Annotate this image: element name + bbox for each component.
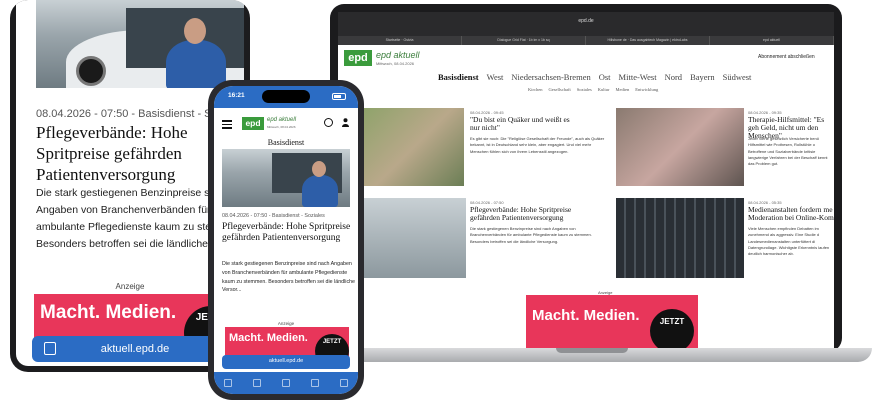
article-teaser: Jeder vierte gesetzlich Versicherte benö… xyxy=(748,136,828,167)
battery-icon xyxy=(332,93,346,100)
share-icon[interactable] xyxy=(281,379,290,387)
article-teaser: Die stark gestiegenen Benzinpreise sind … xyxy=(470,226,592,244)
subnav-item[interactable]: Soziales xyxy=(577,87,592,92)
browser-toolbar xyxy=(214,372,358,394)
section-title: Basisdienst xyxy=(267,138,305,147)
article-teaser: Es gibt sie noch: Die "Religiöse Gesells… xyxy=(470,136,605,154)
laptop-screen: epd.de Startseite · Ostvia Dialogue Grid… xyxy=(338,12,834,348)
main-nav: Basisdienst West Niedersachsen-Bremen Os… xyxy=(438,72,798,82)
wheel xyxy=(76,56,106,86)
ad-text: Macht. Medien. xyxy=(40,302,177,323)
tabs-icon[interactable] xyxy=(339,379,348,387)
subnav-item[interactable]: Kirchen xyxy=(528,87,543,92)
article-meta: 08.04.2026 - 07:50 - Basisdienst - Sozia… xyxy=(222,213,325,219)
article-title[interactable]: Pflegeverbände: Hohe Spritpreise gefährd… xyxy=(470,206,602,222)
article-image[interactable] xyxy=(616,198,744,278)
bookmarks-icon[interactable] xyxy=(310,379,319,387)
nav-item-ost[interactable]: Ost xyxy=(599,72,611,82)
url-text: aktuell.epd.de xyxy=(268,358,304,364)
dynamic-island xyxy=(262,90,310,103)
nav-item-west[interactable]: West xyxy=(487,72,504,82)
user-icon[interactable] xyxy=(342,118,349,127)
laptop-hinge xyxy=(556,348,628,353)
nav-item-bayern[interactable]: Bayern xyxy=(690,72,715,82)
menu-icon[interactable] xyxy=(222,120,232,131)
site-logo[interactable]: epd xyxy=(344,50,372,66)
forward-icon[interactable] xyxy=(253,379,262,387)
nav-item-niedersachsen-bremen[interactable]: Niedersachsen-Bremen xyxy=(511,72,590,82)
browser-tabs: Startseite · Ostvia Dialogue Grid Flat ·… xyxy=(338,36,834,45)
article-title[interactable]: "Du bist ein Quäker und weißt es nur nic… xyxy=(470,116,580,132)
nav-item-suedwest[interactable]: Südwest xyxy=(723,72,752,82)
ad-banner[interactable]: Macht. Medien. JETZT xyxy=(526,295,698,348)
driver-head xyxy=(312,161,326,177)
search-icon[interactable] xyxy=(324,118,333,127)
subnav-item[interactable]: Entwicklung xyxy=(635,87,658,92)
ad-badge: JETZT xyxy=(650,309,694,348)
nav-item-mitte-west[interactable]: Mitte-West xyxy=(619,72,657,82)
ad-text: Macht. Medien. xyxy=(229,332,308,344)
browser-url[interactable]: epd.de xyxy=(338,18,834,24)
article-image[interactable] xyxy=(364,198,466,278)
browser-tab[interactable]: Startseite · Ostvia xyxy=(338,36,462,45)
browser-tab[interactable]: Dialogue Grid Flat · 1b im x 1b sq xyxy=(462,36,586,45)
nav-item-nord[interactable]: Nord xyxy=(665,72,682,82)
article-image[interactable] xyxy=(364,108,464,186)
status-time: 16:21 xyxy=(228,92,245,99)
site-date: Mittwoch, 08.04.2026 xyxy=(376,61,415,66)
subnav-item[interactable]: Kultur xyxy=(598,87,610,92)
browser-tab[interactable]: epd aktuell xyxy=(710,36,834,45)
phone-screen: 16:21 epd epd aktuell Mittwoch, 08.04.20… xyxy=(214,86,358,394)
driver-head xyxy=(184,18,206,44)
article-title[interactable]: Medienanstalten fordern me Moderation be… xyxy=(748,206,834,222)
browser-toolbar: epd.de xyxy=(338,12,834,36)
article-teaser: Viele Menschen empfinden Debatten im zun… xyxy=(748,226,830,257)
driver-figure xyxy=(302,175,338,207)
subnav-item[interactable]: Gesellschaft xyxy=(549,87,571,92)
back-icon[interactable] xyxy=(224,379,233,387)
browser-tab[interactable]: Hillsbone de · Das ausgabtech Magazin | … xyxy=(586,36,710,45)
article-image[interactable] xyxy=(616,108,744,186)
subnav-item[interactable]: Medien xyxy=(616,87,630,92)
address-bar[interactable]: aktuell.epd.de xyxy=(222,355,350,369)
article-title[interactable]: Pflegeverbände: Hohe Spritpreise gefährd… xyxy=(222,222,354,244)
site-name: epd aktuell xyxy=(267,117,297,123)
site-date: Mittwoch, 08.04.2026 xyxy=(267,125,296,129)
article-photo[interactable] xyxy=(222,149,350,207)
nav-item-basisdienst[interactable]: Basisdienst xyxy=(438,72,479,82)
status-bar: 16:21 xyxy=(214,86,358,108)
ad-label: Anzeige xyxy=(277,321,295,326)
sub-nav: Kirchen Gesellschaft Soziales Kultur Med… xyxy=(528,87,658,92)
ad-text: Macht. Medien. xyxy=(532,307,640,324)
driver-figure xyxy=(166,40,226,88)
article-teaser: Die stark gestiegenen Benzinpreise sind … xyxy=(222,261,355,294)
site-name: epd aktuell xyxy=(376,50,420,60)
subscribe-link[interactable]: Abonnement abschließen xyxy=(758,54,815,60)
site-logo[interactable]: epd xyxy=(242,117,264,130)
article-photo[interactable] xyxy=(36,0,244,88)
